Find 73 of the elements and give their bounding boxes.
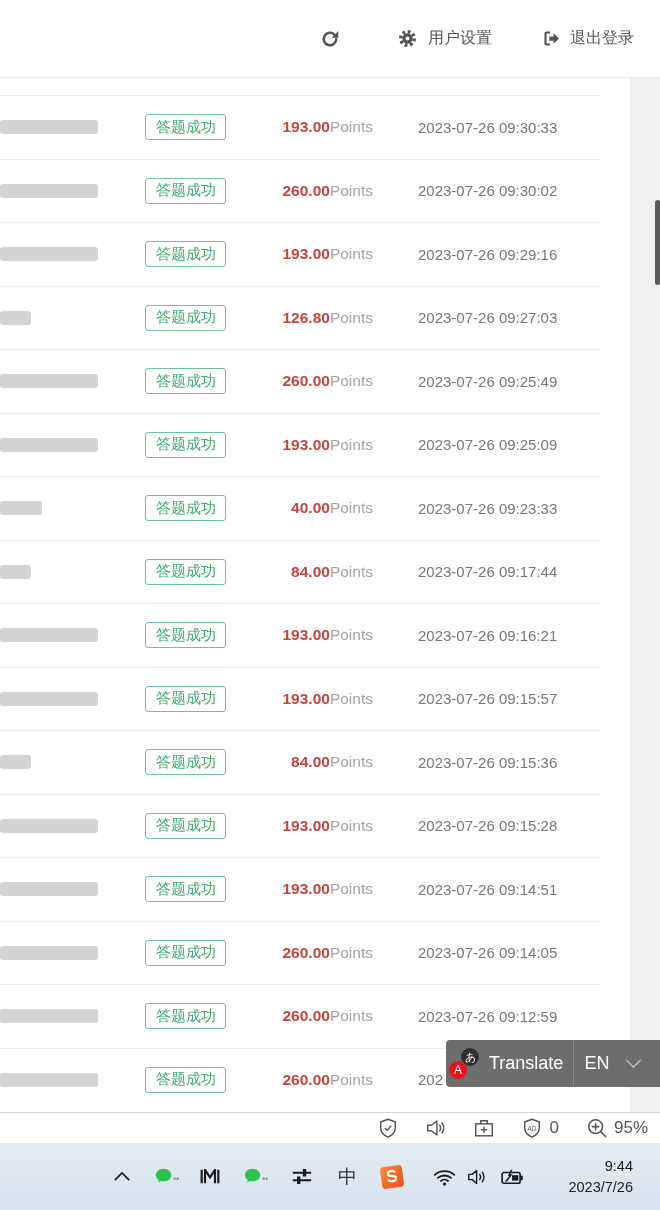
points-amount: 260.00Points (282, 181, 373, 199)
points-amount: 260.00Points (282, 372, 373, 390)
timestamp: 2023-07-26 09:15:57 (418, 690, 558, 708)
timestamp: 2023-07-26 09:15:28 (418, 817, 558, 835)
status-tag: 答题成功 (145, 1066, 226, 1093)
status-tag: 答题成功 (145, 114, 226, 141)
redacted-text (0, 501, 42, 516)
points-amount: 84.00Points (291, 753, 373, 771)
timestamp: 2023-07-26 09:14:51 (418, 880, 558, 898)
status-tag: 答题成功 (145, 241, 226, 268)
sliders-icon[interactable] (292, 1168, 312, 1185)
points-amount: 260.00Points (282, 1007, 373, 1025)
app-logo-icon[interactable] (200, 1169, 220, 1184)
status-tag: 答题成功 (145, 939, 226, 966)
clock-date[interactable]: 2023/7/26 (568, 1176, 633, 1198)
points-amount: 126.80Points (282, 308, 373, 326)
chevron-up-icon[interactable] (113, 1171, 131, 1182)
toolbox-icon[interactable] (472, 1117, 495, 1139)
clock-time[interactable]: 9:44 (604, 1155, 633, 1177)
status-tag: 答题成功 (145, 749, 226, 776)
logout-icon (543, 30, 560, 47)
points-amount: 193.00Points (282, 816, 373, 834)
timestamp: 202 (418, 1071, 444, 1089)
status-tag: 答题成功 (145, 558, 226, 585)
volume-icon[interactable] (467, 1167, 488, 1186)
timestamp: 2023-07-26 09:30:33 (418, 118, 558, 136)
wifi-icon[interactable] (433, 1167, 456, 1186)
status-tag: 答题成功 (145, 876, 226, 903)
input-mode-indicator[interactable]: 中 (338, 1163, 357, 1190)
redacted-text (0, 310, 31, 325)
redacted-text (0, 564, 31, 579)
timestamp: 2023-07-26 09:30:02 (418, 182, 558, 200)
status-tag: 答题成功 (145, 495, 226, 522)
timestamp: 2023-07-26 09:16:21 (418, 626, 558, 644)
status-tag: 答题成功 (145, 431, 226, 458)
points-amount: 260.00Points (282, 943, 373, 961)
points-amount: 193.00Points (282, 880, 373, 898)
timestamp: 2023-07-26 09:12:59 (418, 1007, 558, 1025)
points-amount: 193.00Points (282, 118, 373, 136)
gear-icon (399, 30, 416, 47)
translate-button[interactable]: あ A Translate (446, 1040, 564, 1087)
timestamp: 2023-07-26 09:29:16 (418, 245, 558, 263)
status-tag: 答题成功 (145, 1003, 226, 1030)
status-tag: 答题成功 (145, 304, 226, 331)
status-tag: 答题成功 (145, 812, 226, 839)
timestamp: 2023-07-26 09:25:49 (418, 372, 558, 390)
timestamp: 2023-07-26 09:27:03 (418, 309, 558, 327)
redacted-text (0, 755, 31, 770)
timestamp: 2023-07-26 09:25:09 (418, 436, 558, 454)
status-tag: 答题成功 (145, 622, 226, 649)
points-amount: 84.00Points (291, 562, 373, 580)
timestamp: 2023-07-26 09:23:33 (418, 499, 558, 517)
timestamp: 2023-07-26 09:17:44 (418, 563, 558, 581)
points-amount: 193.00Points (282, 689, 373, 707)
status-tag: 答题成功 (145, 685, 226, 712)
caret-icon (625, 1059, 643, 1068)
scrollbar-thumb[interactable] (655, 200, 660, 285)
points-amount: 40.00Points (291, 499, 373, 517)
timestamp: 2023-07-26 09:14:05 (418, 944, 558, 962)
status-tag: 答题成功 (145, 368, 226, 395)
points-amount: 260.00Points (282, 1070, 373, 1088)
zoom-in-icon[interactable] (585, 1117, 608, 1139)
user-settings-button[interactable]: 用户设置 (399, 28, 492, 49)
blocked-ads-count: 0 (549, 1118, 559, 1138)
points-amount: 193.00Points (282, 626, 373, 644)
points-amount: 193.00Points (282, 435, 373, 453)
language-dropdown[interactable]: EN (574, 1040, 643, 1087)
logout-button[interactable]: 退出登录 (543, 28, 634, 49)
battery-icon[interactable] (500, 1167, 524, 1186)
zoom-level[interactable]: 95% (613, 1118, 648, 1138)
points-amount: 193.00Points (282, 245, 373, 263)
timestamp: 2023-07-26 09:15:36 (418, 753, 558, 771)
status-tag: 答题成功 (145, 177, 226, 204)
